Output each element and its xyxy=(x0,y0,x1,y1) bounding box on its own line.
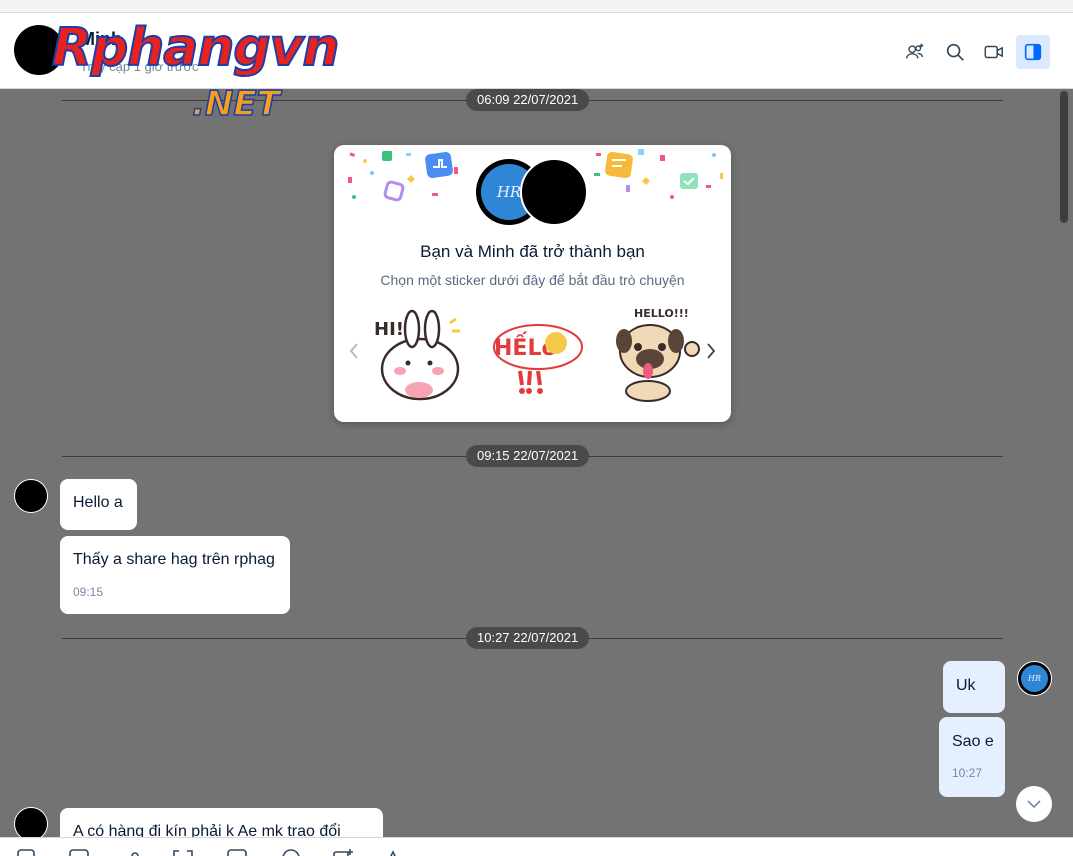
sidebar-toggle-button[interactable] xyxy=(1016,35,1050,69)
search-button[interactable] xyxy=(938,35,972,69)
svg-text:HI!: HI! xyxy=(374,319,404,340)
contact-avatar[interactable] xyxy=(14,25,64,75)
format-icon[interactable] xyxy=(382,848,404,856)
window-top-strip xyxy=(0,0,1073,13)
add-member-icon xyxy=(906,43,924,59)
message-text: Hello a xyxy=(73,494,123,511)
message-text: Sao e xyxy=(952,733,994,750)
my-avatar-small[interactable]: HR xyxy=(1017,661,1052,696)
pug-hello-sticker[interactable]: HELLO!!! xyxy=(608,305,708,403)
hello-sticker[interactable]: HẾLô xyxy=(486,305,586,403)
message-bubble[interactable]: Hello a xyxy=(60,479,137,530)
message-bubble[interactable]: A có hàng đi kín phải k Ae mk trao đổi xyxy=(60,808,383,837)
contact-status: Truy cập 1 giờ trước xyxy=(80,59,199,74)
contact-avatar-small[interactable] xyxy=(14,807,48,837)
chevron-left-icon[interactable] xyxy=(346,341,362,361)
message-text: A có hàng đi kín phải k Ae mk trao đổi xyxy=(73,823,341,837)
scroll-to-bottom-button[interactable] xyxy=(1016,786,1052,822)
timestamp-badge: 09:15 22/07/2021 xyxy=(466,445,590,467)
reminder-icon[interactable] xyxy=(280,848,302,856)
scrollbar[interactable] xyxy=(1059,89,1069,837)
video-call-icon xyxy=(984,45,1003,59)
timestamp-badge: 10:27 22/07/2021 xyxy=(466,627,590,649)
scrollbar-thumb[interactable] xyxy=(1060,91,1068,223)
message-time: 10:27 xyxy=(952,766,983,780)
bunny-hi-sticker[interactable]: HI! xyxy=(370,305,470,403)
conversation-header: Minh Truy cập 1 giờ trước xyxy=(0,13,1073,89)
message-time: 09:15 xyxy=(73,585,104,599)
my-message-bubble[interactable]: Uk xyxy=(943,661,1005,713)
svg-text:HELLO!!!: HELLO!!! xyxy=(634,307,689,320)
friend-card-title: Bạn và Minh đã trở thành bạn xyxy=(420,242,645,261)
sidebar-toggle-icon xyxy=(1024,43,1042,61)
video-call-button[interactable] xyxy=(977,35,1011,69)
task-icon[interactable] xyxy=(332,848,354,856)
image-icon[interactable] xyxy=(68,848,90,856)
my-message-bubble[interactable]: Sao e 10:27 xyxy=(939,717,1005,797)
contact-avatar-small[interactable] xyxy=(14,479,48,513)
message-text: Uk xyxy=(956,677,976,694)
timestamp-badge: 06:09 22/07/2021 xyxy=(466,89,590,111)
sticker-icon[interactable] xyxy=(16,848,38,856)
chevron-down-icon xyxy=(1027,800,1041,809)
message-bubble[interactable]: Thấy a share hag trên rphag 09:15 xyxy=(60,536,290,614)
message-list[interactable]: 06:09 22/07/2021 HR Bạn và Minh đã trở t… xyxy=(0,89,1073,837)
more-icon[interactable] xyxy=(430,848,452,856)
contact-name[interactable]: Minh xyxy=(80,29,122,50)
card-icon[interactable] xyxy=(226,848,248,856)
message-text: Thấy a share hag trên rphag xyxy=(73,551,275,568)
friend-card-subtitle: Chọn một sticker dưới đây để bắt đầu trò… xyxy=(380,272,685,288)
composer-toolbar xyxy=(0,837,1073,856)
contact-avatar xyxy=(520,158,588,226)
attach-icon[interactable] xyxy=(124,848,146,856)
screenshot-icon[interactable] xyxy=(172,848,194,856)
search-icon xyxy=(946,43,964,61)
friend-added-card: HR Bạn và Minh đã trở thành bạn Chọn một… xyxy=(334,145,731,422)
add-member-button[interactable] xyxy=(898,35,932,69)
